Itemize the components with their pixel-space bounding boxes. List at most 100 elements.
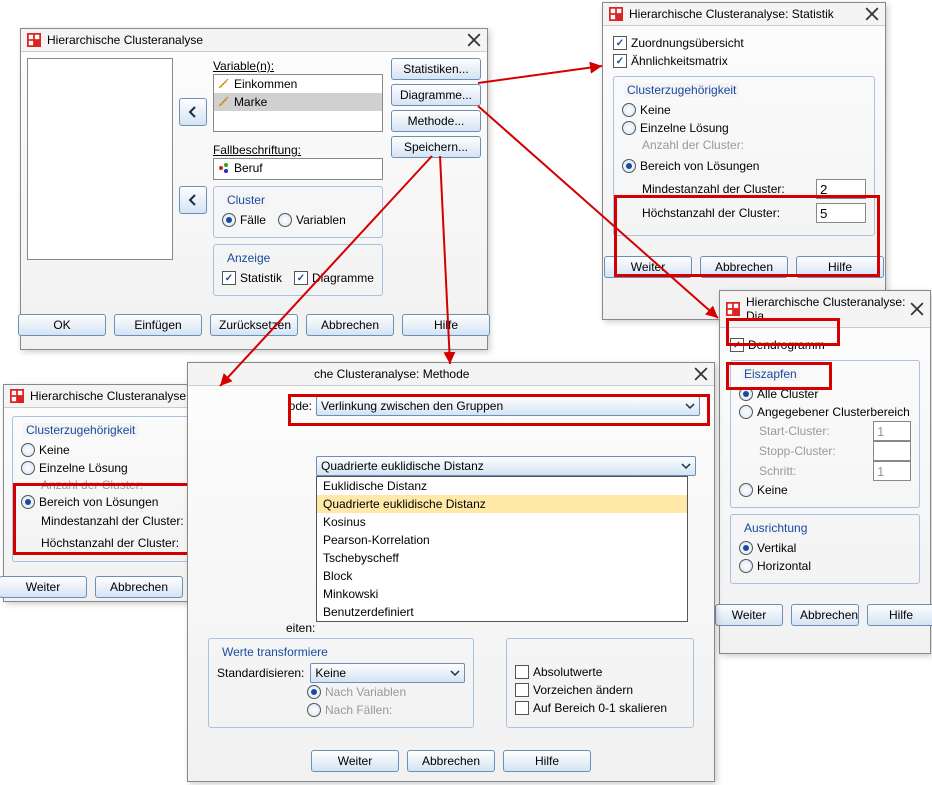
measure-option[interactable]: Pearson-Korrelation [317,531,687,549]
method-dropdown[interactable]: Verlinkung zwischen den Gruppen [316,396,700,416]
dialog-title: Hierarchische Clusteranalyse: Statistik [629,7,865,21]
close-icon[interactable] [910,302,924,316]
continue-button[interactable]: Weiter [715,604,783,626]
stop-input [873,441,911,461]
target-variables-list[interactable]: Einkommen Marke [213,74,383,132]
method-button[interactable]: Methode... [391,110,481,132]
continue-button[interactable]: Weiter [604,256,692,278]
agglom-check[interactable]: Zuordnungsübersicht [613,34,875,52]
spss-icon [609,7,623,21]
nominal-icon [218,162,230,174]
ok-button[interactable]: OK [18,314,106,336]
cluster-vars-radio[interactable]: Variablen [278,211,346,229]
close-icon[interactable] [865,7,879,21]
cancel-button[interactable]: Abbrechen [791,604,859,626]
display-stat-check[interactable]: Statistik [222,269,282,287]
measure-option[interactable]: Kosinus [317,513,687,531]
min-cluster-label: Mindestanzahl der Cluster: [642,182,785,196]
measure-option[interactable]: Minkowski [317,585,687,603]
membership-none-radio[interactable]: Keine [622,101,866,119]
plots-button[interactable]: Diagramme... [391,84,481,106]
single-count-label: Anzahl der Cluster: [622,137,866,153]
by-var-radio: Nach Variablen [217,683,465,701]
min-cluster-label: Mindestanzahl der Cluster: [41,514,184,528]
paste-button[interactable]: Einfügen [114,314,202,336]
dialog-title: Hierarchische Clusteranalyse: Dia... [746,295,910,323]
move-caselabel-button[interactable] [179,186,207,214]
cancel-button[interactable]: Abbrechen [306,314,394,336]
by-case-radio: Nach Fällen: [217,701,465,719]
measure-option[interactable]: Tschebyscheff [317,549,687,567]
icicle-none-radio[interactable]: Keine [739,481,911,499]
spss-icon [27,33,41,47]
measure-option[interactable]: Block [317,567,687,585]
vertical-radio[interactable]: Vertikal [739,539,911,557]
rescale-check[interactable]: Auf Bereich 0-1 skalieren [515,699,685,717]
step-input [873,461,911,481]
continue-button[interactable]: Weiter [311,750,399,772]
standardize-dropdown[interactable]: Keine [310,663,465,683]
statistics-button[interactable]: Statistiken... [391,58,481,80]
scale-icon [218,78,230,90]
start-label: Start-Cluster: [759,424,830,438]
dendrogram-check[interactable]: Dendrogramm [730,336,920,354]
measure-dropdown[interactable]: Quadrierte euklidische Distanz [316,456,696,476]
reset-button[interactable]: Zurücksetzen [210,314,298,336]
caselabel-box[interactable]: Beruf [213,158,383,180]
spss-icon [10,389,24,403]
cluster-cases-radio[interactable]: Fälle [222,211,266,229]
all-clusters-radio[interactable]: Alle Cluster [739,385,911,403]
max-cluster-label: Höchstanzahl der Cluster: [642,206,780,220]
horizontal-radio[interactable]: Horizontal [739,557,911,575]
membership-range-radio[interactable]: Bereich von Lösungen [622,157,866,175]
cancel-button[interactable]: Abbrechen [95,576,183,598]
proximity-check[interactable]: Ähnlichkeitsmatrix [613,52,875,70]
main-dialog: Hierarchische Clusteranalyse Variable(n)… [20,28,488,350]
chevron-down-icon [450,668,460,678]
max-cluster-input[interactable] [816,203,866,223]
help-button[interactable]: Hilfe [503,750,591,772]
membership-single-radio[interactable]: Einzelne Lösung [622,119,866,137]
measure-option[interactable]: Benutzerdefiniert [317,603,687,621]
display-diag-check[interactable]: Diagramme [294,269,374,287]
method-label: ode: [202,399,312,413]
start-input [873,421,911,441]
transform-group-label: Werte transformiere [219,645,331,659]
sign-check[interactable]: Vorzeichen ändern [515,681,685,699]
variables-label: Variable(n): [213,58,383,74]
help-button[interactable]: Hilfe [402,314,490,336]
spss-icon [726,302,740,316]
move-variable-button[interactable] [179,98,207,126]
help-button[interactable]: Hilfe [867,604,932,626]
cluster-group-label: Cluster [224,193,268,207]
range-cluster-radio[interactable]: Angegebener Clusterbereich [739,403,911,421]
min-cluster-input[interactable] [816,179,866,199]
scale-icon [218,96,230,108]
method-dialog: che Clusteranalyse: Methode ode: Verlink… [187,362,715,782]
close-icon[interactable] [694,367,708,381]
step-label: Schritt: [759,464,796,478]
measure-option[interactable]: Euklidische Distanz [317,477,687,495]
standardize-label: Standardisieren: [217,666,304,680]
help-button[interactable]: Hilfe [796,256,884,278]
save-button[interactable]: Speichern... [391,136,481,158]
close-icon[interactable] [467,33,481,47]
membership-group-label: Clusterzugehörigkeit [624,83,739,97]
stat-dialog: Hierarchische Clusteranalyse: Statistik … [602,2,886,320]
cancel-button[interactable]: Abbrechen [700,256,788,278]
display-group-label: Anzeige [224,251,273,265]
continue-button[interactable]: Weiter [0,576,87,598]
caselabel-label: Fallbeschriftung: [213,142,383,158]
stop-label: Stopp-Cluster: [759,444,836,458]
orient-group-label: Ausrichtung [741,521,810,535]
source-variables-list[interactable] [27,58,173,260]
dialog-title: che Clusteranalyse: Methode [314,367,694,381]
abs-check[interactable]: Absolutwerte [515,663,685,681]
icicle-group-label: Eiszapfen [741,367,800,381]
chevron-down-icon [685,401,695,411]
measure-dropdown-list[interactable]: Euklidische Distanz Quadrierte euklidisc… [316,476,688,622]
cancel-button[interactable]: Abbrechen [407,750,495,772]
partial-label: eiten: [286,621,315,635]
measure-option[interactable]: Quadrierte euklidische Distanz [317,495,687,513]
membership-group-label: Clusterzugehörigkeit [23,423,138,437]
